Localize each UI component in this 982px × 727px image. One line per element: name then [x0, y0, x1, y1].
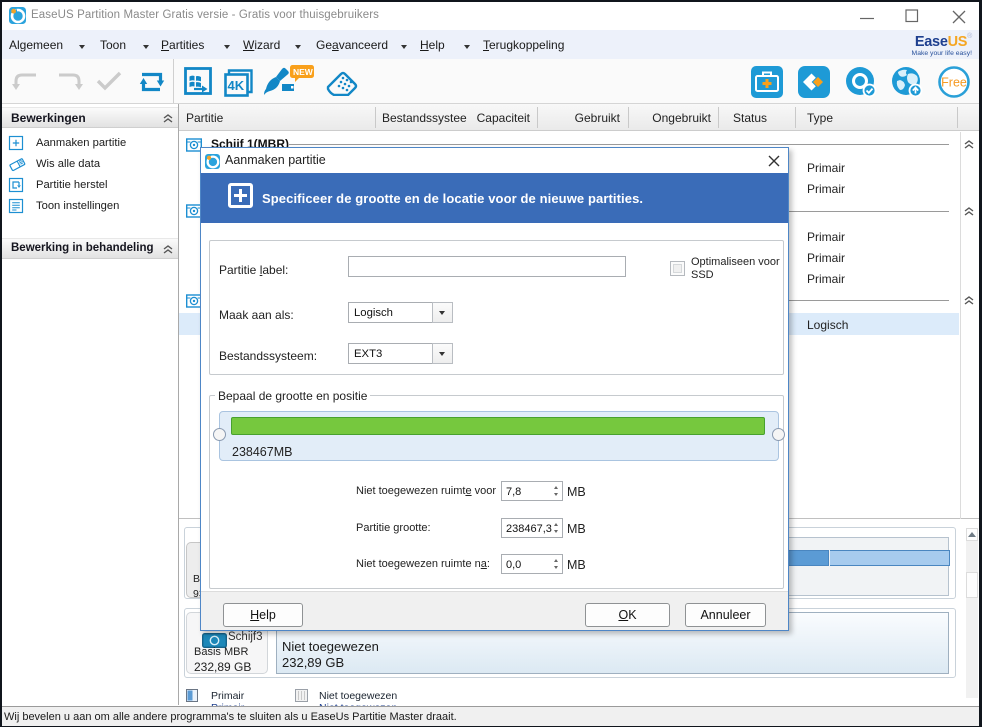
svg-text:Free: Free — [941, 76, 967, 90]
svg-text:NEW: NEW — [293, 67, 314, 77]
svg-text:4K: 4K — [228, 78, 245, 93]
